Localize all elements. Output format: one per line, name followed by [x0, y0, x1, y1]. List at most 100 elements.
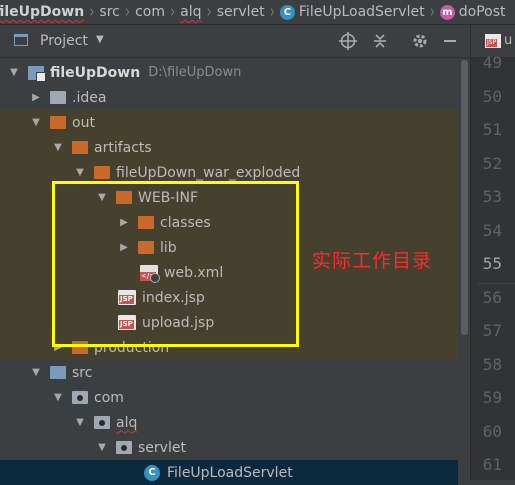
chevron-down-icon[interactable]: ▼ [74, 167, 86, 178]
line-number: 56 [482, 287, 502, 307]
tree-label: FileUpLoadServlet [167, 464, 293, 481]
line-number: 55 [482, 254, 502, 273]
tree-label: out [72, 114, 95, 131]
hide-panel-icon[interactable] [441, 32, 459, 50]
chevron-down-icon[interactable]: ▼ [96, 192, 108, 203]
current-line-marker [478, 283, 515, 284]
tree-row-idea[interactable]: ▶ .idea [0, 85, 458, 110]
tree-label: fileUpDown_war_exploded [116, 164, 301, 181]
tree-row-classes[interactable]: ▶ classes [0, 210, 458, 235]
tree-label: lib [160, 239, 177, 256]
breadcrumb-method-label: doPost [458, 4, 506, 20]
tree-label: web.xml [164, 264, 224, 281]
breadcrumb-alq-label: alq [180, 4, 202, 20]
tree-row-upload-jsp[interactable]: JSP upload.jsp [0, 310, 458, 335]
navigation-breadcrumb: fileUpDown › src › com › alq › servlet ›… [0, 0, 515, 25]
breadcrumb-separator: › [89, 1, 95, 23]
breadcrumb-class[interactable]: C FileUpLoadServlet [279, 4, 425, 20]
chevron-down-icon[interactable]: ▼ [74, 417, 86, 428]
breadcrumb-servlet[interactable]: servlet [217, 4, 265, 20]
scrollbar-thumb[interactable] [461, 60, 468, 335]
jsp-file-icon: JSP [485, 34, 501, 48]
source-folder-icon [50, 366, 66, 379]
breadcrumb-src[interactable]: src [99, 4, 119, 20]
class-icon: C [144, 464, 160, 481]
gear-icon[interactable] [411, 32, 429, 50]
tree-label: classes [160, 214, 211, 231]
line-number: 60 [482, 421, 502, 441]
tree-row-servlet[interactable]: ▼ servlet [0, 435, 458, 460]
class-icon: C [279, 4, 295, 20]
locate-target-icon[interactable] [339, 32, 357, 50]
tree-row-root[interactable]: ▼ fileUpDown D:\fileUpDown [0, 60, 458, 85]
breadcrumb-separator: › [269, 1, 275, 23]
project-panel-header: Project ▼ [0, 25, 470, 58]
excluded-folder-icon [138, 216, 154, 229]
breadcrumb-class-label: FileUpLoadServlet [298, 4, 425, 20]
chevron-down-icon[interactable]: ▼ [52, 392, 64, 403]
project-module-icon [28, 65, 46, 82]
tree-row-artifacts[interactable]: ▼ artifacts [0, 135, 458, 160]
tree-scrollbar[interactable] [458, 58, 470, 480]
jsp-file-icon: JSP [118, 315, 136, 330]
chevron-right-icon[interactable]: ▶ [30, 92, 42, 103]
tree-row-war-exploded[interactable]: ▼ fileUpDown_war_exploded [0, 160, 458, 185]
line-number: 54 [482, 220, 502, 240]
breadcrumb-project-label: fileUpDown [0, 4, 85, 20]
tree-label: WEB-INF [138, 189, 198, 206]
tree-row-alq[interactable]: ▼ alq [0, 410, 458, 435]
line-number: 49 [482, 53, 502, 72]
tree-row-src[interactable]: ▼ src [0, 360, 458, 385]
excluded-folder-icon [72, 341, 88, 354]
tree-row-com[interactable]: ▼ com [0, 385, 458, 410]
chevron-down-icon[interactable]: ▼ [30, 367, 42, 378]
excluded-folder-icon [94, 166, 110, 179]
line-number: 51 [482, 120, 502, 139]
chevron-down-icon[interactable]: ▼ [96, 442, 108, 453]
tree-row-production[interactable]: ▶ production [0, 335, 458, 360]
chevron-right-icon[interactable]: ▶ [118, 242, 130, 253]
chevron-down-icon[interactable]: ▼ [96, 34, 104, 45]
chevron-down-icon[interactable]: ▼ [30, 117, 42, 128]
editor-gutter: JSP u 49 50 51 52 53 54 55 56 57 58 59 60 61 [470, 25, 515, 480]
tree-label: servlet [138, 439, 186, 456]
tree-row-out[interactable]: ▼ out [0, 110, 458, 135]
project-panel-title[interactable]: Project [40, 33, 88, 49]
breadcrumb-project[interactable]: fileUpDown [0, 4, 84, 20]
folder-icon [50, 91, 66, 104]
chevron-down-icon[interactable]: ▼ [8, 67, 20, 78]
tree-label: upload.jsp [142, 314, 215, 331]
method-icon: m [439, 4, 455, 20]
line-number: 50 [482, 86, 502, 106]
tree-label: .idea [72, 89, 107, 106]
xml-file-icon: </> [140, 264, 160, 283]
package-icon [72, 391, 88, 404]
line-number: 57 [482, 321, 502, 340]
root-path: D:\fileUpDown [148, 65, 242, 80]
breadcrumb-com[interactable]: com [135, 4, 165, 20]
package-icon [116, 441, 132, 454]
tree-label: com [94, 389, 124, 406]
tree-label: alq [116, 414, 138, 431]
chevron-right-icon[interactable]: ▶ [52, 342, 64, 353]
breadcrumb-separator: › [206, 1, 212, 23]
tree-label: index.jsp [142, 289, 205, 306]
breadcrumb-separator: › [429, 1, 435, 23]
breadcrumb-method[interactable]: m doPost [439, 4, 506, 20]
excluded-folder-icon [50, 116, 66, 129]
breadcrumb-alq[interactable]: alq [180, 4, 201, 20]
chevron-right-icon[interactable]: ▶ [118, 217, 130, 228]
tree-row-servlet-class[interactable]: C FileUpLoadServlet [0, 460, 458, 485]
breadcrumb-separator: › [169, 1, 176, 23]
tree-row-web-inf[interactable]: ▼ WEB-INF [0, 185, 458, 210]
collapse-all-icon[interactable] [371, 32, 389, 50]
line-number: 58 [482, 354, 502, 374]
line-number: 52 [482, 153, 502, 173]
breadcrumb-separator: › [124, 1, 131, 23]
tree-row-index-jsp[interactable]: JSP index.jsp [0, 285, 458, 310]
line-number: 61 [482, 455, 502, 474]
excluded-folder-icon [138, 241, 154, 254]
tree-label: src [72, 364, 93, 381]
root-name: fileUpDown [50, 64, 141, 81]
chevron-down-icon[interactable]: ▼ [52, 142, 64, 153]
